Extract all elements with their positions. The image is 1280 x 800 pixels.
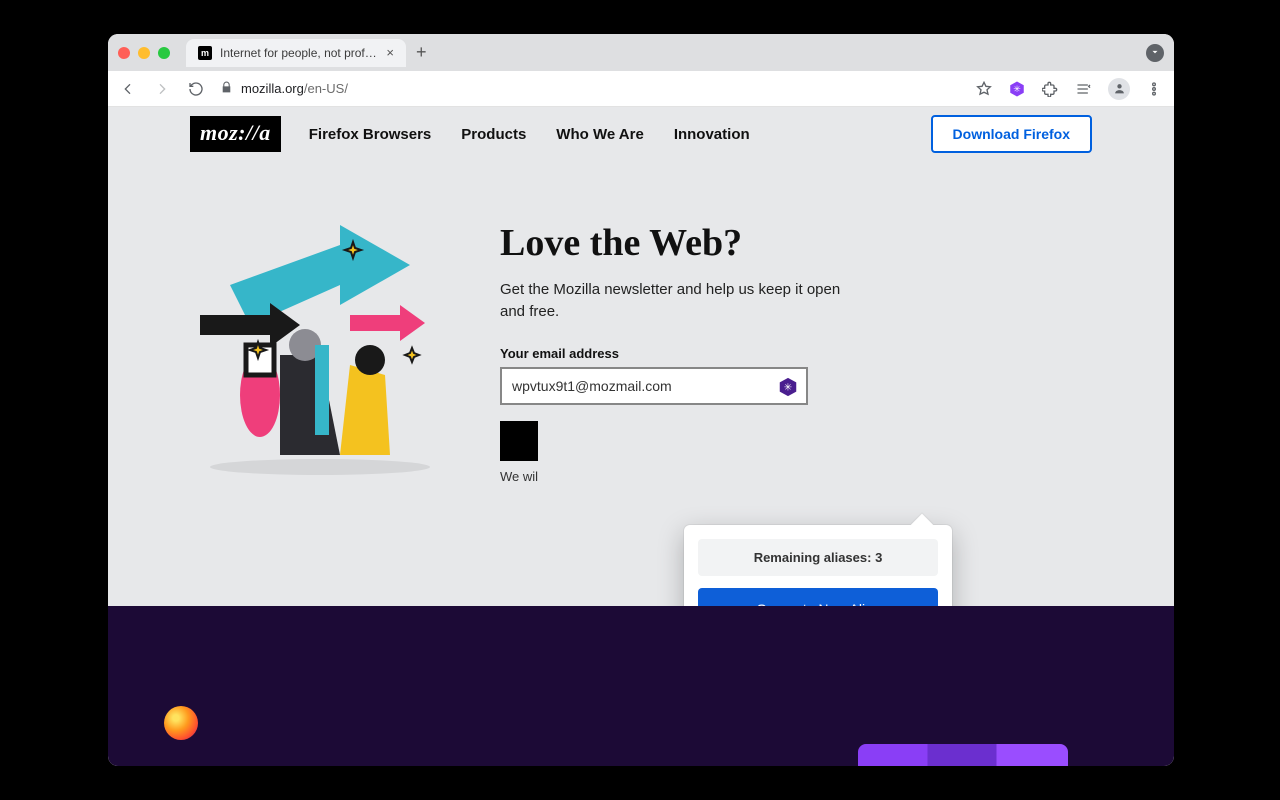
browser-tab[interactable]: m Internet for people, not profit — × bbox=[186, 39, 406, 67]
relay-extension-icon[interactable]: ✳ bbox=[1008, 80, 1026, 98]
footer-decoration bbox=[858, 744, 1068, 766]
primary-nav: Firefox Browsers Products Who We Are Inn… bbox=[309, 126, 750, 143]
nav-link-who[interactable]: Who We Are bbox=[556, 126, 644, 143]
extensions-icon[interactable] bbox=[1040, 79, 1060, 99]
hero-subtext: Get the Mozilla newsletter and help us k… bbox=[500, 279, 850, 324]
tab-title: Internet for people, not profit — bbox=[220, 46, 378, 60]
page-content: moz://a Firefox Browsers Products Who We… bbox=[108, 107, 1174, 766]
url-host: mozilla.org bbox=[241, 81, 304, 96]
nav-link-products[interactable]: Products bbox=[461, 126, 526, 143]
svg-text:✳: ✳ bbox=[784, 382, 792, 393]
back-button[interactable] bbox=[118, 79, 138, 99]
browser-window: m Internet for people, not profit — × + … bbox=[108, 34, 1174, 766]
lock-icon bbox=[220, 81, 233, 97]
minimize-window-button[interactable] bbox=[138, 47, 150, 59]
email-input[interactable] bbox=[502, 369, 806, 403]
toolbar-actions: ✳ bbox=[974, 78, 1164, 100]
firefox-logo-icon bbox=[164, 706, 198, 740]
tab-strip: m Internet for people, not profit — × + bbox=[108, 34, 1174, 71]
hero-heading: Love the Web? bbox=[500, 223, 850, 265]
svg-text:✳: ✳ bbox=[1013, 84, 1021, 94]
window-controls bbox=[118, 47, 170, 59]
url-path: /en-US/ bbox=[304, 81, 348, 96]
mozilla-logo[interactable]: moz://a bbox=[190, 116, 281, 152]
remaining-aliases-badge: Remaining aliases: 3 bbox=[698, 539, 938, 576]
forward-button[interactable] bbox=[152, 79, 172, 99]
reading-list-icon[interactable] bbox=[1074, 79, 1094, 99]
zoom-window-button[interactable] bbox=[158, 47, 170, 59]
profile-avatar-icon[interactable] bbox=[1108, 78, 1130, 100]
email-field-wrapper: ✳ bbox=[500, 367, 808, 405]
submit-button-partial[interactable] bbox=[500, 421, 538, 461]
footer-band bbox=[108, 606, 1174, 766]
close-tab-icon[interactable]: × bbox=[386, 45, 394, 60]
kebab-menu-icon[interactable] bbox=[1144, 79, 1164, 99]
bookmark-star-icon[interactable] bbox=[974, 79, 994, 99]
reload-button[interactable] bbox=[186, 79, 206, 99]
hero-copy: Love the Web? Get the Mozilla newsletter… bbox=[500, 195, 850, 485]
close-window-button[interactable] bbox=[118, 47, 130, 59]
relay-field-icon[interactable]: ✳ bbox=[776, 375, 800, 399]
download-firefox-button[interactable]: Download Firefox bbox=[931, 115, 1092, 153]
email-label: Your email address bbox=[500, 346, 850, 361]
address-bar[interactable]: mozilla.org/en-US/ bbox=[220, 81, 960, 97]
disclaimer-partial: We wil bbox=[500, 469, 538, 484]
toolbar: mozilla.org/en-US/ ✳ bbox=[108, 71, 1174, 107]
new-tab-button[interactable]: + bbox=[416, 42, 427, 63]
hero-illustration bbox=[190, 195, 470, 485]
nav-link-innovation[interactable]: Innovation bbox=[674, 126, 750, 143]
site-header: moz://a Firefox Browsers Products Who We… bbox=[108, 107, 1174, 161]
mozilla-favicon: m bbox=[198, 46, 212, 60]
chrome-account-icon[interactable] bbox=[1146, 44, 1164, 62]
hero: Love the Web? Get the Mozilla newsletter… bbox=[108, 161, 1174, 485]
nav-link-browsers[interactable]: Firefox Browsers bbox=[309, 126, 432, 143]
